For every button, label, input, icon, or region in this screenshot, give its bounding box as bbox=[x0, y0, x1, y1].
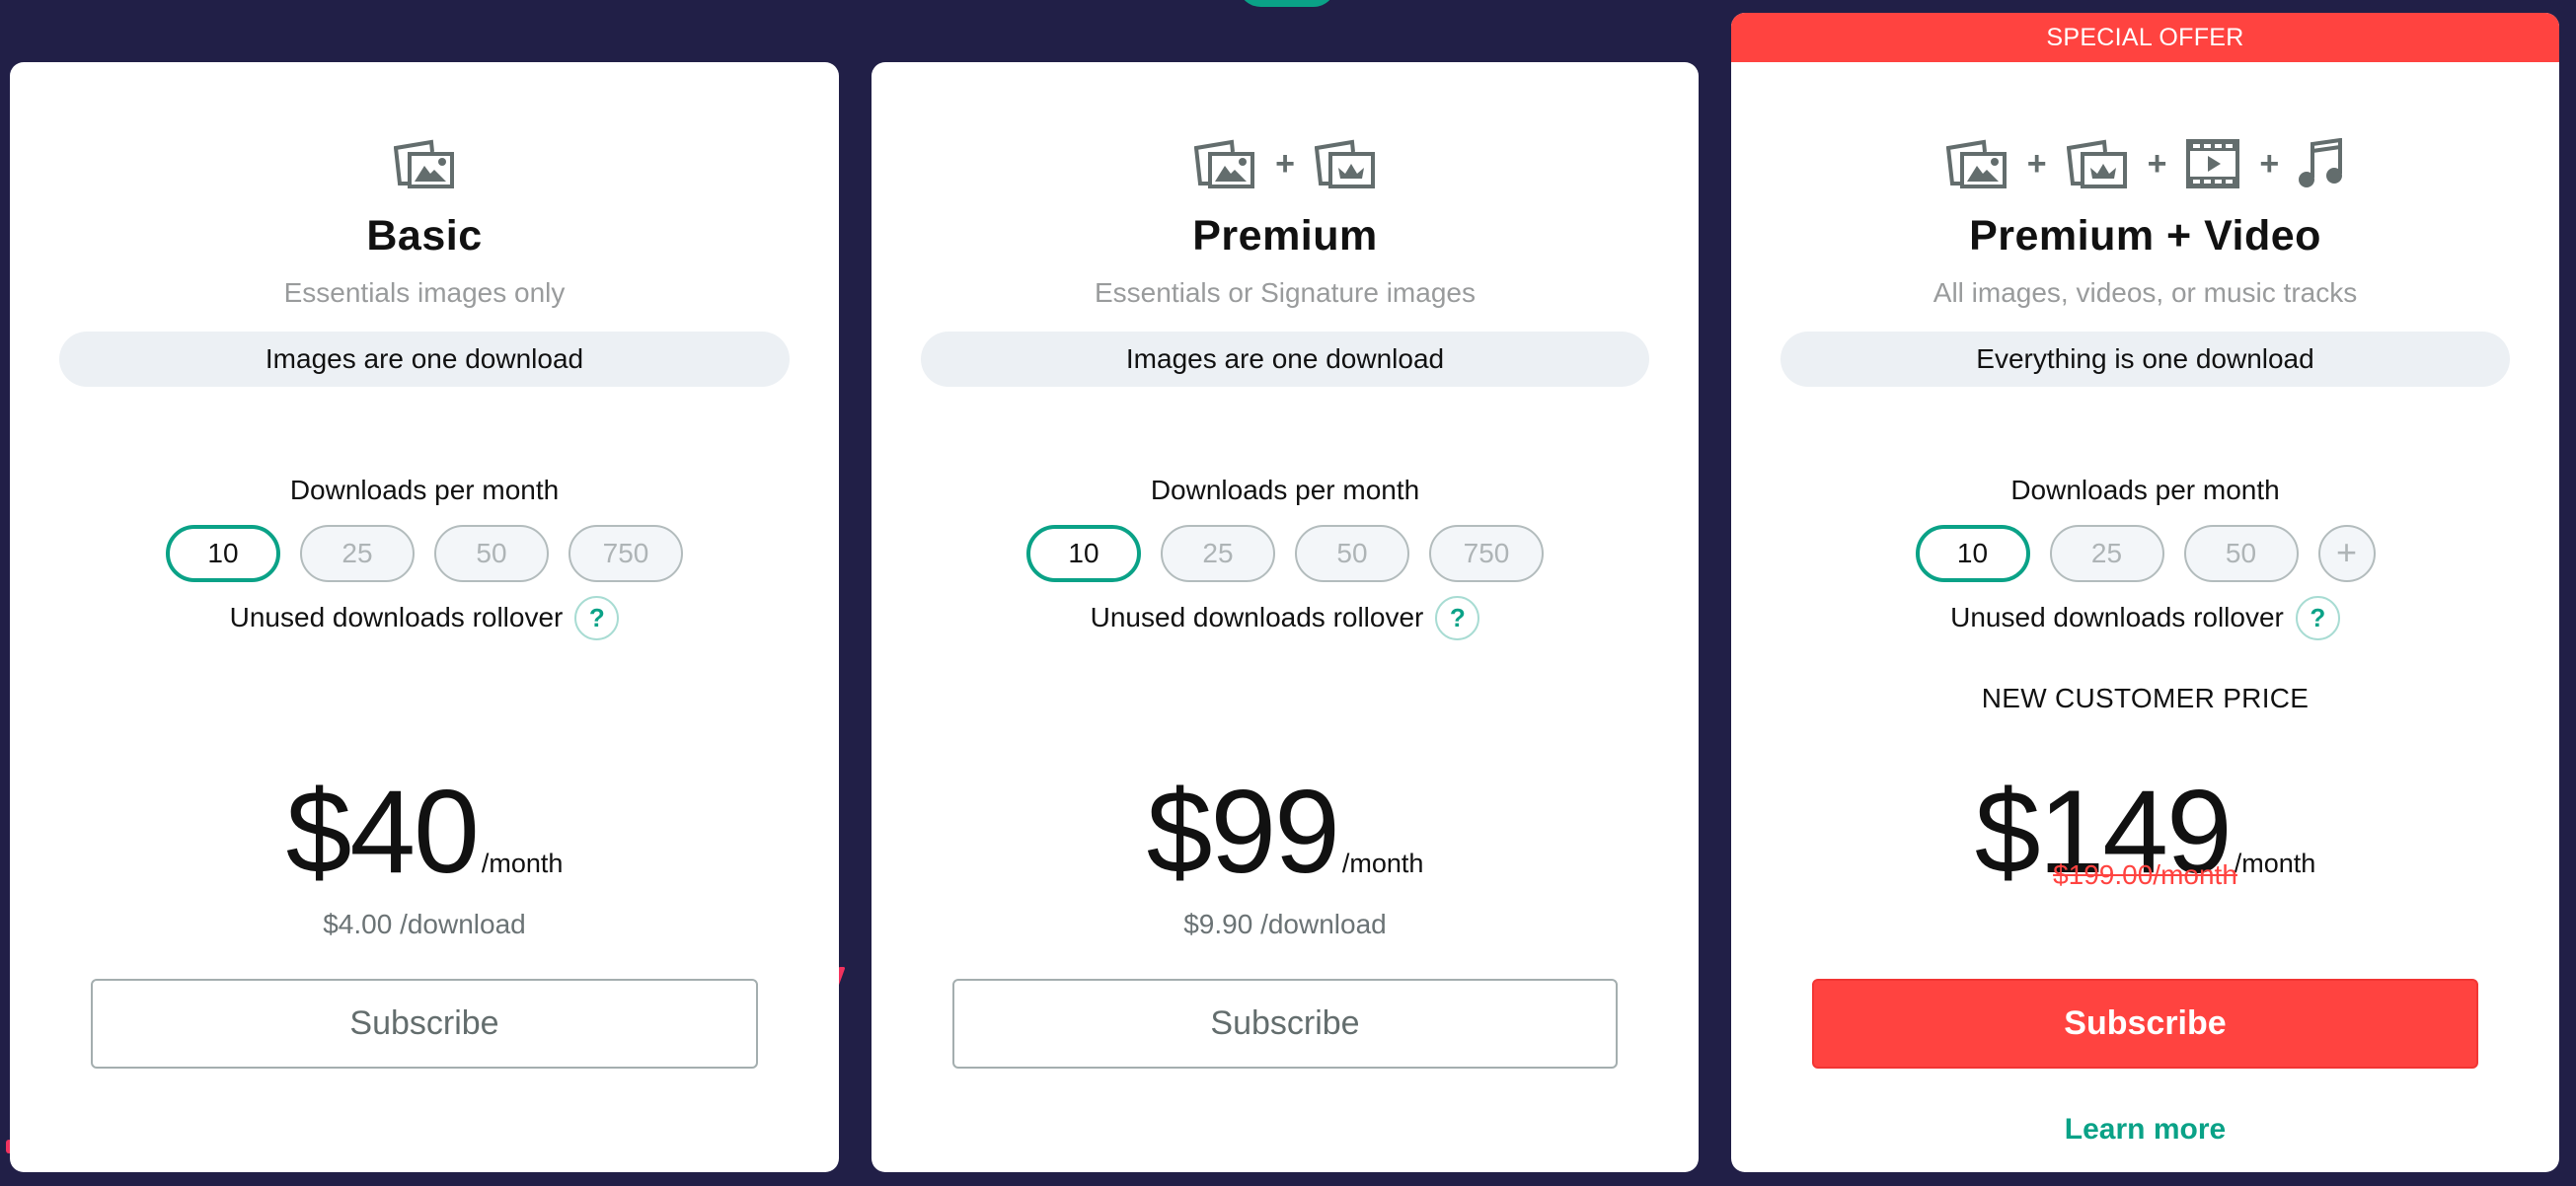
download-option-10[interactable]: 10 bbox=[1026, 525, 1141, 582]
price-unit: /month bbox=[481, 849, 564, 878]
video-film-icon bbox=[2186, 139, 2240, 188]
download-option-50[interactable]: 50 bbox=[434, 525, 549, 582]
downloads-options: 10 25 50 + bbox=[1731, 525, 2559, 582]
plus-icon: + bbox=[2026, 145, 2047, 183]
plan-info-pill: Images are one download bbox=[59, 332, 790, 387]
subscribe-button[interactable]: Subscribe bbox=[91, 979, 758, 1069]
downloads-label: Downloads per month bbox=[2010, 475, 2280, 505]
help-icon[interactable]: ? bbox=[2295, 595, 2340, 640]
price-per-download: $9.90 /download bbox=[1183, 909, 1387, 939]
image-stack-icon bbox=[1945, 138, 2008, 189]
plus-icon: + bbox=[2259, 145, 2280, 183]
top-tab-indicator[interactable] bbox=[1238, 0, 1336, 7]
plan-title: Basic bbox=[366, 212, 483, 259]
downloads-label: Downloads per month bbox=[289, 475, 560, 505]
plan-subtitle: All images, videos, or music tracks bbox=[1932, 277, 2358, 308]
special-offer-badge: SPECIAL OFFER bbox=[1731, 13, 2559, 62]
signature-image-icon bbox=[2066, 138, 2128, 189]
rollover-label: Unused downloads rollover bbox=[229, 602, 564, 632]
downloads-options: 10 25 50 750 bbox=[871, 525, 1699, 582]
image-stack-icon bbox=[394, 138, 455, 189]
more-options-button[interactable]: + bbox=[2317, 525, 2376, 582]
rollover-label: Unused downloads rollover bbox=[1090, 602, 1424, 632]
rollover-row: Unused downloads rollover ? bbox=[871, 593, 1699, 642]
subscribe-button[interactable]: Subscribe bbox=[1812, 979, 2478, 1069]
image-stack-icon bbox=[1194, 138, 1255, 189]
download-option-750[interactable]: 750 bbox=[568, 525, 683, 582]
music-note-icon bbox=[2299, 138, 2344, 189]
plan-info-pill: Everything is one download bbox=[1780, 332, 2510, 387]
download-option-50[interactable]: 50 bbox=[2183, 525, 2299, 582]
help-icon[interactable]: ? bbox=[1435, 595, 1480, 640]
plan-icons: + + + bbox=[1731, 138, 2559, 189]
plan-card-basic: Basic Essentials images only Images are … bbox=[10, 62, 839, 1172]
learn-more-link[interactable]: Learn more bbox=[1731, 1113, 2559, 1147]
plan-title: Premium + Video bbox=[1969, 212, 2321, 259]
price: $40 /month bbox=[10, 773, 839, 891]
downloads-label: Downloads per month bbox=[1150, 475, 1420, 505]
download-option-25[interactable]: 25 bbox=[300, 525, 415, 582]
plan-icons bbox=[10, 139, 839, 188]
plan-subtitle: Essentials or Signature images bbox=[1095, 277, 1476, 308]
download-option-10[interactable]: 10 bbox=[166, 525, 280, 582]
price: $99 /month bbox=[871, 773, 1699, 891]
plan-icons: + bbox=[871, 139, 1699, 188]
rollover-row: Unused downloads rollover ? bbox=[10, 593, 839, 642]
price-amount: $99 bbox=[1146, 766, 1340, 898]
plan-subtitle: Essentials images only bbox=[283, 277, 566, 308]
original-price: $199.00/month bbox=[2053, 859, 2237, 890]
new-customer-price-label: NEW CUSTOMER PRICE bbox=[1981, 683, 2310, 713]
plan-info-pill: Images are one download bbox=[921, 332, 1649, 387]
plan-card-premium: + Premium Essentials or Signature images… bbox=[871, 62, 1699, 1172]
plus-icon: + bbox=[1275, 145, 1295, 183]
subscribe-button[interactable]: Subscribe bbox=[952, 979, 1618, 1069]
price-amount: $40 bbox=[285, 766, 480, 898]
download-option-25[interactable]: 25 bbox=[2049, 525, 2164, 582]
price-per-download: $4.00 /download bbox=[323, 909, 526, 939]
downloads-options: 10 25 50 750 bbox=[10, 525, 839, 582]
rollover-row: Unused downloads rollover ? bbox=[1731, 593, 2559, 642]
plan-card-premium-video: SPECIAL OFFER + + + Premium + Video All … bbox=[1731, 13, 2559, 1172]
price-unit: /month bbox=[1341, 849, 1424, 878]
download-option-750[interactable]: 750 bbox=[1429, 525, 1544, 582]
plus-icon: + bbox=[2147, 145, 2167, 183]
download-option-25[interactable]: 25 bbox=[1161, 525, 1275, 582]
download-option-50[interactable]: 50 bbox=[1295, 525, 1409, 582]
download-option-10[interactable]: 10 bbox=[1915, 525, 2030, 582]
rollover-label: Unused downloads rollover bbox=[1950, 602, 2284, 632]
plan-title: Premium bbox=[1192, 212, 1378, 259]
signature-image-icon bbox=[1314, 138, 1376, 189]
help-icon[interactable]: ? bbox=[574, 595, 620, 640]
